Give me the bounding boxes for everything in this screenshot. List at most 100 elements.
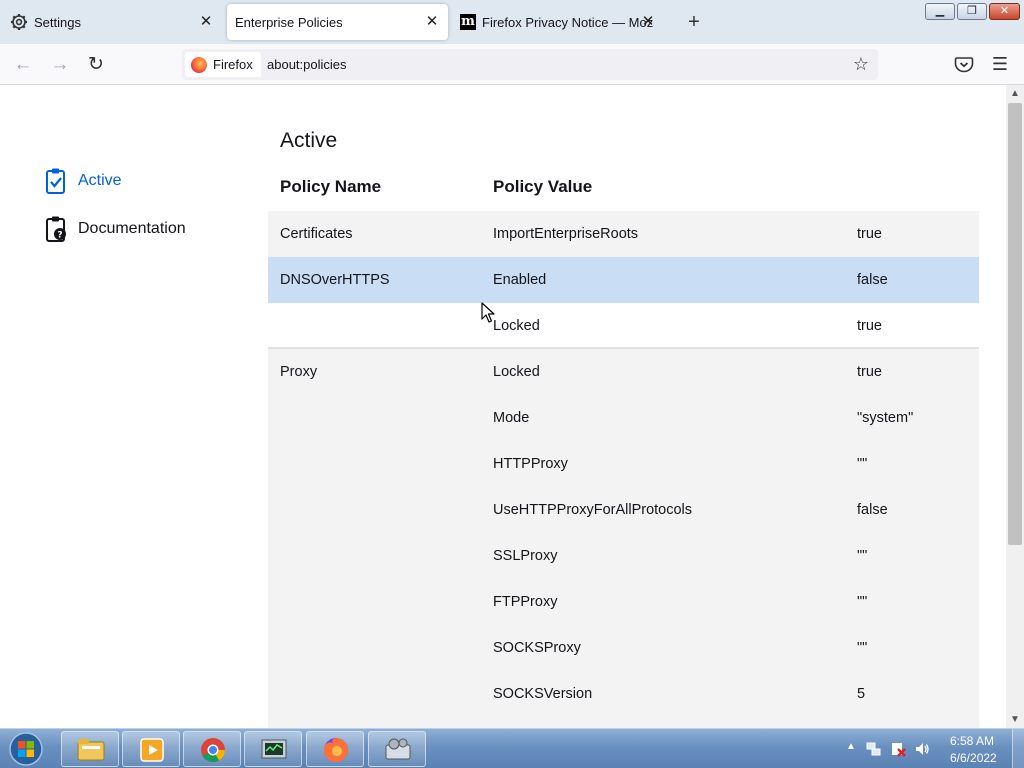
task-manager-icon — [261, 739, 287, 759]
url-input[interactable]: about:policies — [267, 49, 347, 80]
scrollbar-thumb[interactable] — [1008, 103, 1022, 545]
table-row[interactable]: Mode "system" — [268, 395, 979, 441]
url-bar[interactable]: Firefox about:policies ☆ — [182, 49, 878, 80]
table-row[interactable]: HTTPProxy "" — [268, 441, 979, 487]
close-icon[interactable]: ✕ — [198, 14, 214, 30]
policy-value: "" — [857, 594, 868, 610]
gear-icon — [11, 14, 27, 30]
svg-text:?: ? — [57, 231, 62, 241]
hamburger-menu-icon[interactable]: ☰ — [988, 52, 1012, 76]
show-desktop-button[interactable] — [1012, 729, 1024, 768]
clipboard-check-icon — [46, 168, 65, 194]
taskbar-control-panel-button[interactable] — [368, 731, 426, 767]
scroll-up-arrow-icon[interactable]: ▲ — [1006, 85, 1024, 102]
taskbar-task-manager-button[interactable] — [244, 731, 302, 767]
table-row[interactable]: DNSOverHTTPS Enabled false — [268, 257, 979, 303]
close-window-button[interactable]: ✕ — [989, 3, 1020, 20]
new-tab-button[interactable]: + — [684, 12, 704, 32]
back-button[interactable]: ← — [10, 52, 36, 78]
policy-key: Locked — [493, 364, 540, 380]
policy-name: DNSOverHTTPS — [280, 272, 390, 288]
close-icon: ✕ — [999, 5, 1010, 17]
policy-value: "" — [857, 640, 868, 656]
table-row[interactable]: UseHTTPProxyForAllProtocols false — [268, 487, 979, 533]
tab-title: Enterprise Policies — [235, 14, 343, 30]
taskbar-firefox-button[interactable] — [306, 731, 364, 767]
maximize-button[interactable]: ❐ — [957, 3, 987, 20]
policy-value: "system" — [857, 410, 914, 426]
table-row[interactable]: SOCKSProxy "" — [268, 625, 979, 671]
table-row[interactable]: SSLProxy "" — [268, 533, 979, 579]
policy-name: Proxy — [280, 364, 318, 380]
minimize-button[interactable]: ▁ — [925, 3, 955, 20]
clock-time[interactable]: 6:58 AM — [950, 734, 994, 748]
volume-icon[interactable] — [914, 741, 930, 757]
tab-settings[interactable]: Settings ✕ — [4, 4, 222, 40]
table-row[interactable]: FTPProxy "" — [268, 579, 979, 625]
policy-value: "" — [857, 548, 868, 564]
table-row[interactable] — [268, 717, 979, 728]
policy-value: false — [857, 502, 888, 518]
policy-value: true — [857, 364, 882, 380]
firefox-icon — [323, 738, 348, 762]
nav-bar: ← → ↻ Firefox about:policies ☆ ☰ — [0, 44, 1024, 85]
sidebar-item-label: Documentation — [78, 220, 186, 237]
tab-title: Firefox Privacy Notice — Mozilla — [482, 14, 654, 30]
close-icon[interactable]: ✕ — [424, 14, 440, 30]
vertical-scrollbar[interactable]: ▲ ▼ — [1006, 85, 1024, 728]
explorer-icon — [77, 739, 105, 761]
bookmark-star-icon[interactable]: ☆ — [850, 53, 872, 75]
column-header-policy-name: Policy Name — [280, 177, 382, 196]
forward-button[interactable]: → — [47, 52, 73, 78]
firefox-icon — [191, 56, 207, 73]
table-row[interactable]: SOCKSVersion 5 — [268, 671, 979, 717]
scroll-down-arrow-icon[interactable]: ▼ — [1006, 711, 1024, 728]
tab-enterprise-policies[interactable]: Enterprise Policies ✕ — [227, 4, 448, 40]
taskbar: ▲ 6:58 AM 6/6/2022 — [0, 728, 1024, 768]
close-icon[interactable]: ✕ — [640, 14, 656, 30]
policy-key: Enabled — [493, 272, 547, 288]
action-center-icon[interactable] — [890, 741, 906, 757]
identity-box[interactable]: Firefox — [185, 52, 261, 77]
policy-key: HTTPProxy — [493, 456, 568, 472]
policy-name: Certificates — [280, 226, 353, 242]
start-button[interactable] — [6, 731, 46, 767]
network-icon[interactable] — [866, 741, 882, 757]
table-row[interactable]: Certificates ImportEnterpriseRoots true — [268, 211, 979, 257]
policy-key: SSLProxy — [493, 548, 558, 564]
policy-key: UseHTTPProxyForAllProtocols — [493, 502, 693, 518]
policy-value: true — [857, 226, 882, 242]
tab-strip: Settings ✕ Enterprise Policies ✕ m Firef… — [0, 0, 1024, 44]
taskbar-media-player-button[interactable] — [122, 731, 180, 767]
tab-privacy-notice[interactable]: m Firefox Privacy Notice — Mozilla ✕ — [454, 4, 664, 40]
policy-key: Locked — [493, 318, 540, 334]
sidebar-item-documentation[interactable]: ? Documentation — [44, 213, 186, 245]
restore-icon: ❐ — [967, 5, 977, 17]
mouse-cursor-icon — [481, 302, 495, 323]
media-player-icon — [140, 738, 164, 762]
taskbar-chrome-button[interactable] — [183, 731, 241, 767]
table-row[interactable]: Proxy Locked true — [268, 349, 979, 395]
policy-key: FTPProxy — [493, 594, 558, 610]
policy-key: SOCKSVersion — [493, 686, 593, 702]
sidebar-item-active[interactable]: Active — [44, 165, 122, 197]
mozilla-icon: m — [460, 14, 476, 30]
tab-title: Settings — [34, 14, 81, 30]
sidebar-item-label: Active — [78, 172, 122, 189]
policy-value: true — [857, 318, 882, 334]
taskbar-explorer-button[interactable] — [61, 731, 119, 767]
table-row[interactable]: Locked true — [268, 303, 979, 349]
pocket-icon[interactable] — [952, 52, 976, 76]
policy-value: "" — [857, 456, 868, 472]
policy-value: 5 — [857, 686, 866, 702]
clipboard-question-icon: ? — [46, 216, 66, 242]
show-hidden-icons-icon[interactable]: ▲ — [846, 741, 856, 752]
reload-button[interactable]: ↻ — [83, 52, 109, 78]
control-panel-icon — [385, 738, 411, 760]
policy-key: ImportEnterpriseRoots — [493, 226, 639, 242]
system-tray: ▲ 6:58 AM 6/6/2022 — [842, 729, 1024, 768]
policy-value: false — [857, 272, 888, 288]
clock-date[interactable]: 6/6/2022 — [950, 751, 997, 765]
policies-page: Active ? Documentation Active Policy Nam… — [0, 85, 1006, 728]
policy-key: Mode — [493, 410, 530, 426]
